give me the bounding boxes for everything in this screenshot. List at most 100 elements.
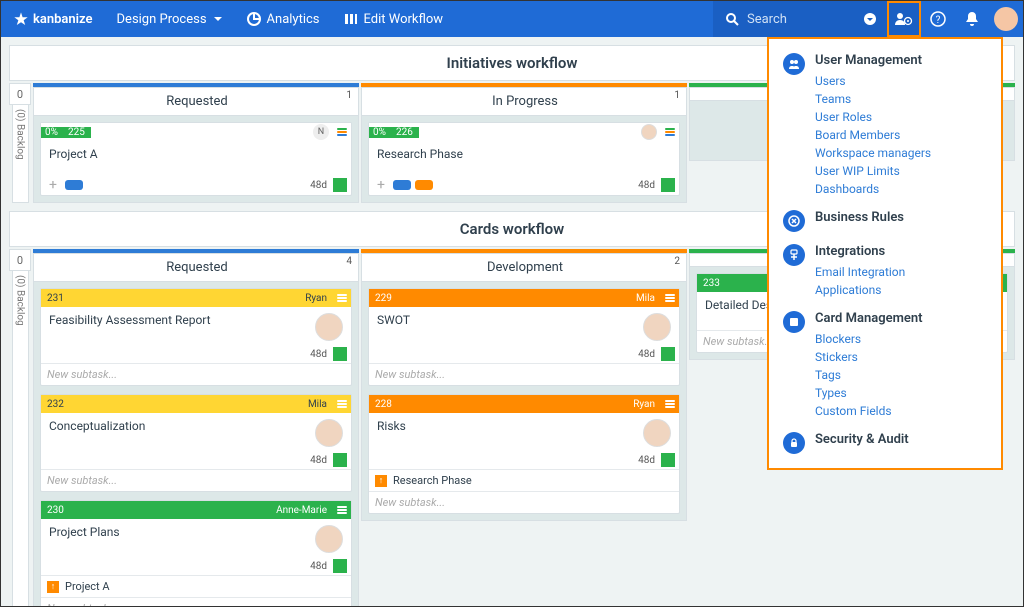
card[interactable]: 0%226Research Phase+48d bbox=[368, 122, 680, 196]
card-menu-icon[interactable] bbox=[333, 128, 351, 136]
card-menu-icon[interactable] bbox=[333, 400, 351, 408]
admin-link[interactable]: Stickers bbox=[815, 348, 987, 366]
admin-link[interactable]: Workspace managers bbox=[815, 144, 987, 162]
card-assignee: Mila bbox=[630, 293, 661, 304]
admin-link[interactable]: Applications bbox=[815, 281, 987, 299]
admin-section: User ManagementUsersTeamsUser RolesBoard… bbox=[769, 47, 1001, 204]
card[interactable]: 231RyanFeasibility Assessment Report48dN… bbox=[40, 288, 352, 386]
card-assignee: Ryan bbox=[299, 293, 333, 304]
edit-workflow-label: Edit Workflow bbox=[364, 12, 444, 27]
column-title: Requested bbox=[166, 94, 228, 109]
new-subtask-input[interactable]: New subtask... bbox=[41, 597, 351, 606]
new-subtask-input[interactable]: New subtask... bbox=[41, 469, 351, 491]
backlog-label: (0) Backlog bbox=[12, 105, 29, 203]
add-chip-button[interactable]: + bbox=[45, 177, 61, 193]
board-name: Design Process bbox=[117, 12, 207, 27]
search-dropdown[interactable] bbox=[853, 1, 887, 37]
analytics-link[interactable]: Analytics bbox=[235, 12, 332, 27]
card-id: 231 bbox=[41, 293, 70, 304]
column-header[interactable]: In Progress1 bbox=[361, 87, 687, 116]
admin-link[interactable]: Users bbox=[815, 72, 987, 90]
analytics-icon bbox=[247, 12, 261, 26]
bell-icon bbox=[965, 11, 979, 27]
card-days: 48d bbox=[310, 561, 329, 572]
card-menu-icon[interactable] bbox=[661, 294, 679, 302]
admin-section: Business Rules bbox=[769, 204, 1001, 238]
card-menu-icon[interactable] bbox=[661, 400, 679, 408]
card[interactable]: 0%225NProject A+48d bbox=[40, 122, 352, 196]
column-header[interactable]: Requested1 bbox=[33, 87, 359, 116]
avatar bbox=[643, 419, 671, 447]
chevron-circle-down-icon bbox=[863, 12, 877, 26]
card-footer: +48d bbox=[41, 175, 351, 195]
admin-link[interactable]: Tags bbox=[815, 366, 987, 384]
edit-workflow-link[interactable]: Edit Workflow bbox=[332, 12, 456, 27]
assignee-letter: N bbox=[313, 124, 329, 140]
admin-section-icon bbox=[783, 210, 805, 232]
admin-section-title[interactable]: User Management bbox=[815, 53, 987, 72]
admin-link[interactable]: Custom Fields bbox=[815, 402, 987, 420]
logo[interactable]: kanbanize bbox=[1, 11, 105, 27]
card-assignee: Mila bbox=[302, 399, 333, 410]
child-link[interactable]: ↑Project A bbox=[41, 575, 351, 597]
admin-section-title[interactable]: Integrations bbox=[815, 244, 987, 263]
card[interactable]: 229MilaSWOT48dNew subtask... bbox=[368, 288, 680, 386]
status-square bbox=[661, 453, 675, 467]
board-dropdown[interactable]: Design Process bbox=[105, 12, 235, 27]
column-count: 2 bbox=[674, 256, 680, 267]
card-body: Feasibility Assessment Report bbox=[41, 307, 351, 345]
help-button[interactable]: ? bbox=[921, 1, 955, 37]
card[interactable]: 230Anne-MarieProject Plans48d↑Project AN… bbox=[40, 500, 352, 606]
card-menu-icon[interactable] bbox=[333, 506, 351, 514]
card-days: 48d bbox=[310, 180, 329, 191]
backlog-tab[interactable]: 0(0) Backlog bbox=[9, 83, 31, 203]
column: Requested4 231 Ryan Feasibility Assessment … bbox=[33, 249, 359, 606]
card[interactable]: 228RyanRisks48d↑Research PhaseNew subtas… bbox=[368, 394, 680, 514]
cards-area: 231 Ryan Feasibility Assessment Report 48d N… bbox=[33, 282, 359, 606]
admin-section-title[interactable]: Security & Audit bbox=[815, 432, 987, 451]
child-link[interactable]: ↑Research Phase bbox=[369, 469, 679, 491]
column-title: In Progress bbox=[492, 94, 558, 109]
card-assignee: Anne-Marie bbox=[270, 505, 333, 516]
card-topbar: 232Mila bbox=[41, 395, 351, 413]
backlog-label: (0) Backlog bbox=[12, 271, 29, 606]
card-percent: 0% bbox=[369, 127, 390, 138]
admin-link[interactable]: Types bbox=[815, 384, 987, 402]
notifications-button[interactable] bbox=[955, 1, 989, 37]
search-placeholder: Search bbox=[747, 12, 787, 27]
edit-workflow-icon bbox=[344, 12, 358, 26]
card-menu-icon[interactable] bbox=[661, 128, 679, 136]
card[interactable]: 232MilaConceptualization48dNew subtask..… bbox=[40, 394, 352, 492]
card-title: Project A bbox=[49, 147, 343, 161]
admin-link[interactable]: Teams bbox=[815, 90, 987, 108]
column-header[interactable]: Requested4 bbox=[33, 253, 359, 282]
backlog-tab[interactable]: 0(0) Backlog bbox=[9, 249, 31, 606]
new-subtask-input[interactable]: New subtask... bbox=[369, 363, 679, 385]
admin-link[interactable]: Board Members bbox=[815, 126, 987, 144]
status-square bbox=[661, 347, 675, 361]
admin-settings-button[interactable] bbox=[887, 1, 921, 37]
admin-section-title[interactable]: Business Rules bbox=[815, 210, 987, 229]
new-subtask-input[interactable]: New subtask... bbox=[41, 363, 351, 385]
card-menu-icon[interactable] bbox=[333, 294, 351, 302]
card-id: 225 bbox=[62, 127, 91, 138]
profile-button[interactable] bbox=[989, 1, 1023, 37]
chip bbox=[415, 180, 433, 190]
admin-link[interactable]: User WIP Limits bbox=[815, 162, 987, 180]
admin-section-icon bbox=[783, 53, 805, 75]
new-subtask-input[interactable]: New subtask... bbox=[369, 491, 679, 513]
topbar: kanbanize Design Process Analytics Edit … bbox=[1, 1, 1023, 37]
card-id: 229 bbox=[369, 293, 398, 304]
user-gear-icon bbox=[895, 12, 913, 26]
admin-menu-panel: User ManagementUsersTeamsUser RolesBoard… bbox=[767, 37, 1003, 470]
search-input[interactable]: Search bbox=[713, 1, 853, 37]
column-header[interactable]: Development2 bbox=[361, 253, 687, 282]
admin-link[interactable]: Email Integration bbox=[815, 263, 987, 281]
card-title: Research Phase bbox=[377, 147, 671, 161]
admin-link[interactable]: User Roles bbox=[815, 108, 987, 126]
admin-section-title[interactable]: Card Management bbox=[815, 311, 987, 330]
add-chip-button[interactable]: + bbox=[373, 177, 389, 193]
card-assignee: Ryan bbox=[627, 399, 661, 410]
admin-link[interactable]: Dashboards bbox=[815, 180, 987, 198]
admin-link[interactable]: Blockers bbox=[815, 330, 987, 348]
